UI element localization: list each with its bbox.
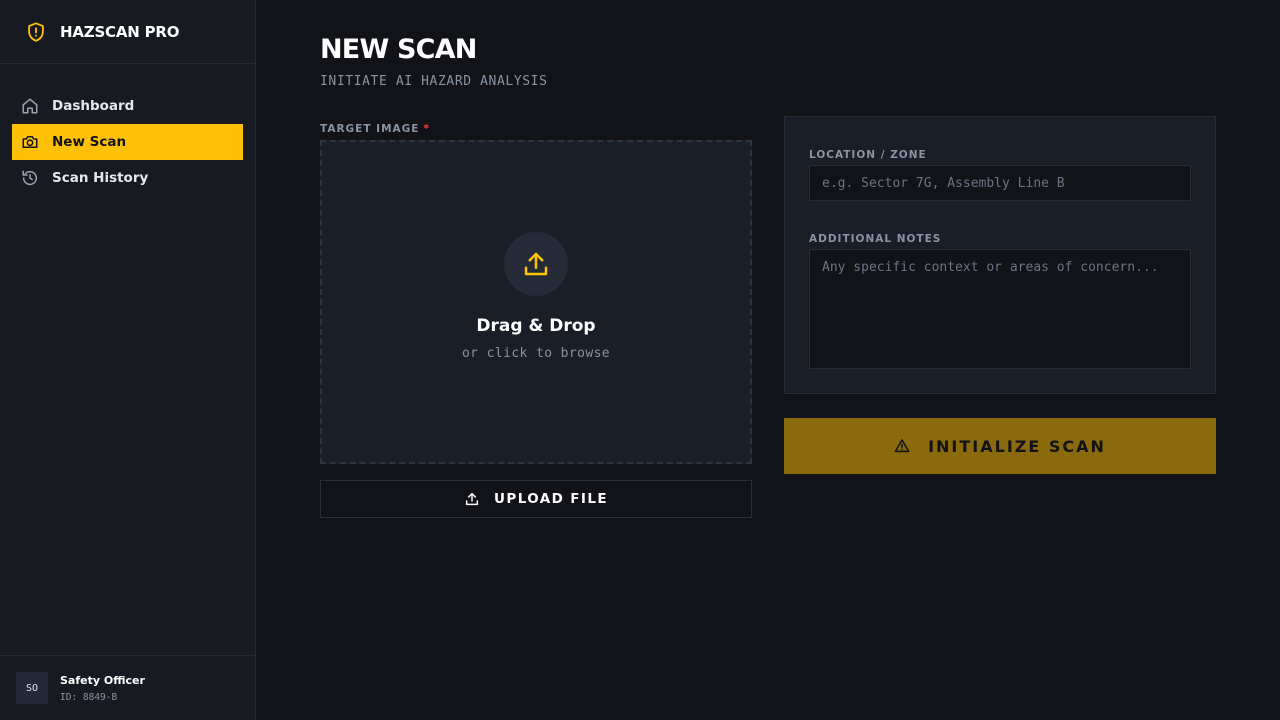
- main-content: NEW SCAN INITIATE AI HAZARD ANALYSIS TAR…: [256, 0, 1280, 720]
- target-image-label-text: TARGET IMAGE: [320, 123, 420, 135]
- initialize-scan-label: INITIALIZE SCAN: [928, 436, 1106, 456]
- shield-alert-icon: [24, 20, 48, 44]
- sidebar-item-label: New Scan: [52, 134, 127, 150]
- brand-name: HAZSCAN PRO: [60, 22, 180, 41]
- upload-file-label: UPLOAD FILE: [494, 491, 608, 507]
- notes-textarea[interactable]: [809, 249, 1191, 369]
- page-title: NEW SCAN: [320, 34, 477, 65]
- app-root: HAZSCAN PRO Dashboard New Scan Scan Hist…: [0, 0, 1280, 720]
- required-mark: *: [423, 123, 430, 135]
- upload-icon: [524, 252, 548, 275]
- location-input[interactable]: [809, 165, 1191, 201]
- user-info: Safety Officer ID: 8849-B: [60, 674, 145, 703]
- user-name: Safety Officer: [60, 673, 145, 687]
- initialize-scan-button[interactable]: INITIALIZE SCAN: [784, 418, 1216, 474]
- user-id: ID: 8849-B: [60, 691, 118, 703]
- sidebar: HAZSCAN PRO Dashboard New Scan Scan Hist…: [0, 0, 256, 720]
- notes-label: ADDITIONAL NOTES: [809, 233, 942, 245]
- sidebar-nav: Dashboard New Scan Scan History: [0, 64, 255, 196]
- warning-triangle-icon: [894, 439, 910, 453]
- history-icon: [20, 168, 40, 188]
- drop-title: Drag & Drop: [476, 315, 596, 336]
- sidebar-item-label: Scan History: [52, 170, 149, 186]
- drop-subtitle: or click to browse: [461, 345, 611, 361]
- target-image-label: TARGET IMAGE *: [320, 123, 430, 135]
- sidebar-item-new-scan[interactable]: New Scan: [12, 124, 243, 160]
- home-icon: [20, 96, 40, 116]
- sidebar-item-scan-history[interactable]: Scan History: [12, 160, 243, 196]
- location-label: LOCATION / ZONE: [809, 149, 927, 161]
- page-subtitle: INITIATE AI HAZARD ANALYSIS: [320, 74, 548, 89]
- brand: HAZSCAN PRO: [0, 0, 255, 64]
- user-profile[interactable]: SO Safety Officer ID: 8849-B: [0, 655, 255, 720]
- scan-details-panel: LOCATION / ZONE ADDITIONAL NOTES: [784, 116, 1216, 394]
- camera-icon: [20, 132, 40, 152]
- sidebar-item-label: Dashboard: [52, 98, 135, 114]
- upload-icon: [465, 492, 479, 506]
- sidebar-item-dashboard[interactable]: Dashboard: [12, 88, 243, 124]
- upload-file-button[interactable]: UPLOAD FILE: [320, 480, 752, 518]
- image-dropzone[interactable]: Drag & Drop or click to browse: [320, 140, 752, 464]
- upload-icon-container: [504, 231, 568, 296]
- avatar: SO: [16, 672, 48, 704]
